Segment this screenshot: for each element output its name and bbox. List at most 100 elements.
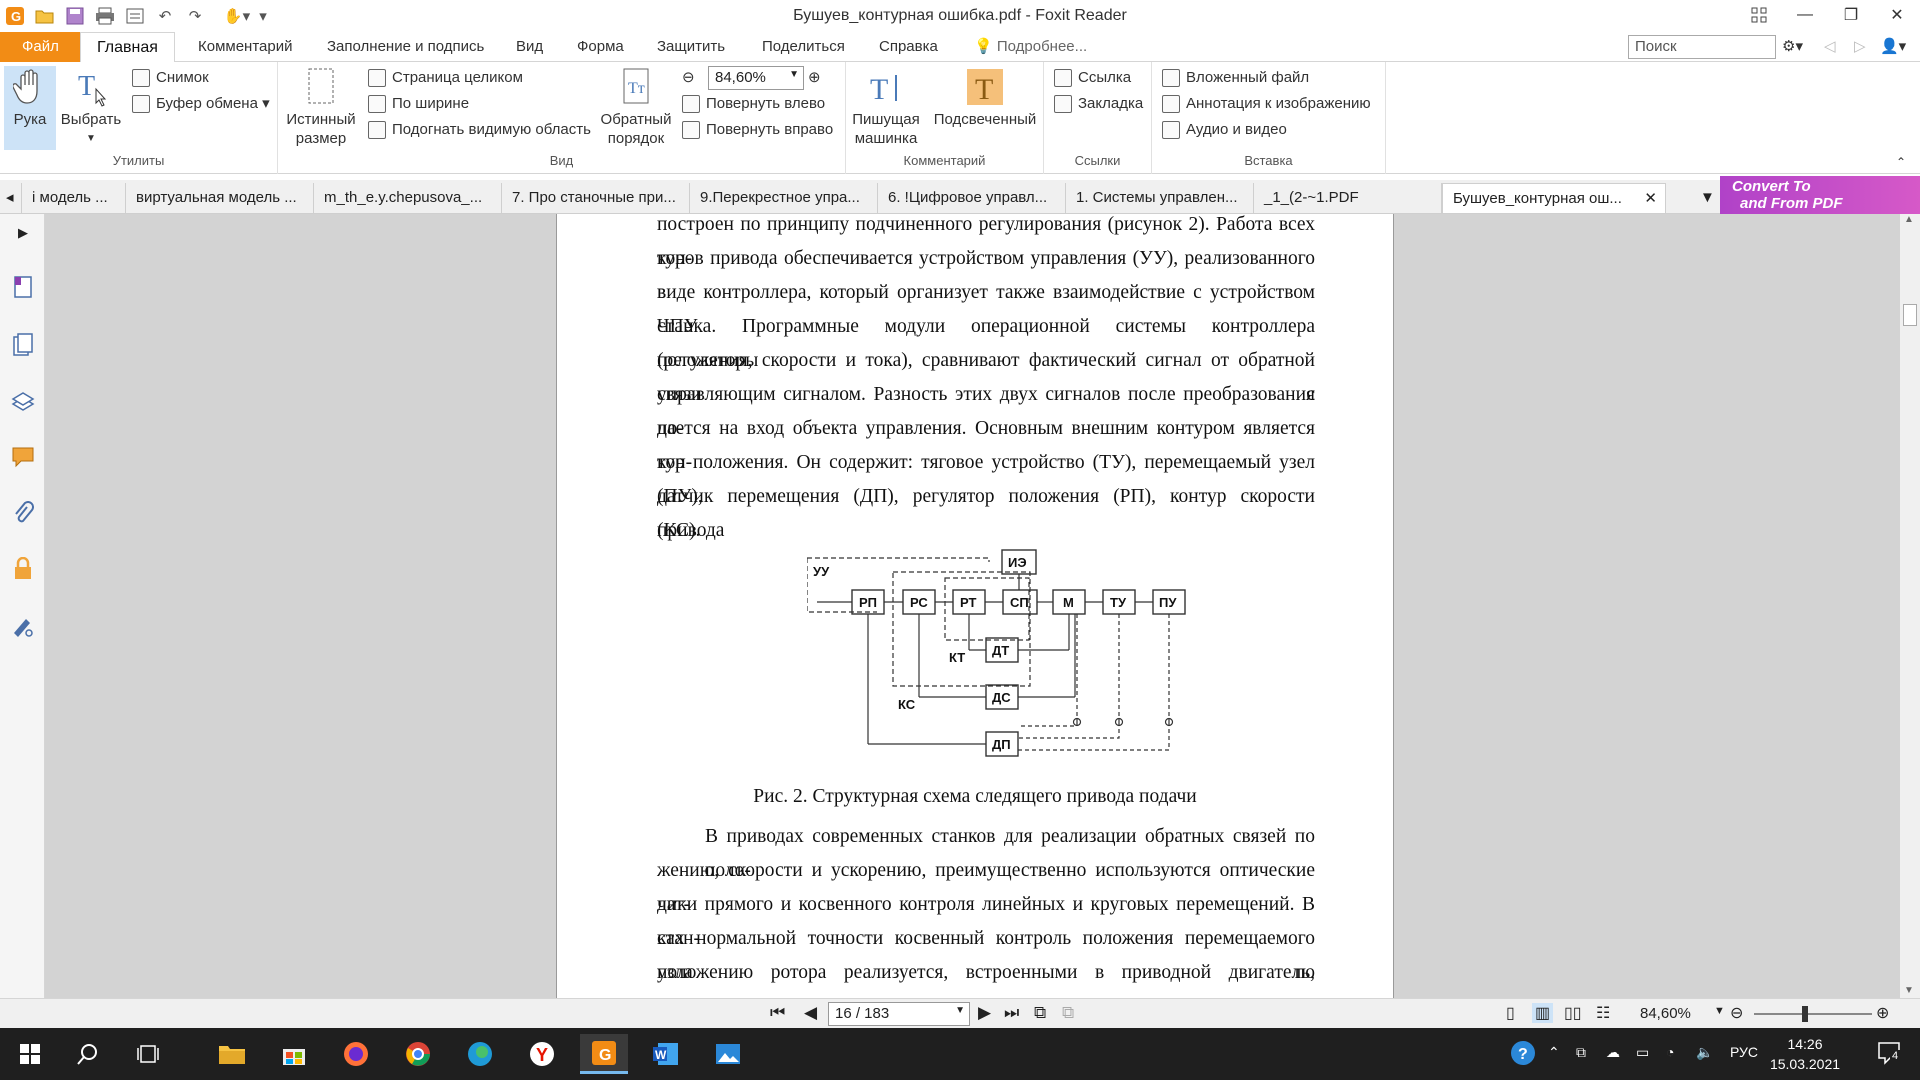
facing-view-icon[interactable]: ▯▯: [1564, 1003, 1582, 1023]
zoom-dropdown-icon[interactable]: ▼: [1714, 1005, 1725, 1017]
comments-icon[interactable]: [10, 444, 36, 470]
scroll-up-icon[interactable]: ▲: [1904, 214, 1914, 225]
snapshot-button[interactable]: Снимок: [132, 66, 209, 90]
chrome-icon[interactable]: [394, 1034, 442, 1074]
typewriter-button[interactable]: T Пишущая машинка: [850, 66, 922, 148]
doc-tab[interactable]: виртуальная модель ...: [126, 183, 314, 213]
tab-fill-sign[interactable]: Заполнение и подпись: [327, 32, 484, 62]
security-lock-icon[interactable]: [10, 556, 36, 582]
photos-icon[interactable]: [704, 1034, 752, 1074]
minimize-button[interactable]: —: [1782, 0, 1828, 30]
tab-home[interactable]: Главная: [80, 32, 175, 63]
yandex-browser-icon[interactable]: Y: [518, 1034, 566, 1074]
fit-page-button[interactable]: Страница целиком: [368, 66, 523, 90]
page-thumbnails-icon[interactable]: [10, 274, 36, 300]
doc-tab[interactable]: m_th_e.y.chepusova_...: [314, 183, 502, 213]
tab-share[interactable]: Поделиться: [762, 32, 845, 62]
attachment-button[interactable]: Вложенный файл: [1162, 66, 1309, 90]
zoom-out-status-icon[interactable]: ⊖: [1730, 1003, 1743, 1023]
settings-gear-icon[interactable]: ⚙▾: [1782, 32, 1803, 62]
next-view-icon[interactable]: ⧉: [1062, 1003, 1074, 1023]
doc-tab-active[interactable]: Бушуев_контурная ош... ✕: [1442, 183, 1666, 213]
layers-icon[interactable]: [10, 388, 36, 414]
zoom-out-icon[interactable]: ⊖: [682, 66, 695, 90]
search-icon[interactable]: [64, 1034, 112, 1074]
tab-help[interactable]: Справка: [879, 32, 938, 62]
network-icon[interactable]: ◔: [1666, 1044, 1674, 1060]
tell-me[interactable]: 💡 Подробнее...: [974, 32, 1087, 62]
word-icon[interactable]: W: [642, 1034, 690, 1074]
zoom-slider[interactable]: [1754, 1006, 1872, 1022]
attachments-icon[interactable]: [10, 500, 36, 526]
notifications-icon[interactable]: 4: [1876, 1040, 1902, 1069]
firefox-icon[interactable]: [332, 1034, 380, 1074]
rotate-left-button[interactable]: Повернуть влево: [682, 92, 825, 116]
user-icon[interactable]: 👤▾: [1880, 32, 1906, 62]
edge-icon[interactable]: [456, 1034, 504, 1074]
help-icon[interactable]: ?: [1510, 1040, 1536, 1069]
continuous-facing-view-icon[interactable]: ☷: [1596, 1003, 1610, 1023]
foxit-reader-taskbar-icon[interactable]: G: [580, 1034, 628, 1074]
previous-view-icon[interactable]: ⧉: [1034, 1003, 1046, 1023]
tab-protect[interactable]: Защитить: [657, 32, 725, 62]
image-annotation-button[interactable]: Аннотация к изображению: [1162, 92, 1371, 116]
close-tab-icon[interactable]: ✕: [1644, 184, 1657, 213]
expand-panel-icon[interactable]: ▶: [10, 220, 36, 246]
back-arrow-icon[interactable]: ◁: [1824, 32, 1836, 62]
highlight-button[interactable]: T Подсвеченный: [932, 66, 1038, 129]
clipboard-button[interactable]: Буфер обмена ▾: [132, 92, 270, 116]
select-tool-button[interactable]: T Выбрать ▼: [60, 66, 122, 148]
single-page-view-icon[interactable]: ▯: [1506, 1003, 1515, 1023]
doc-tab[interactable]: _1_(2-~1.PDF: [1254, 183, 1442, 213]
vertical-scrollbar[interactable]: ▲ ▼: [1900, 214, 1920, 998]
doc-tab[interactable]: 6. !Цифровое управл...: [878, 183, 1066, 213]
doc-tab[interactable]: 7. Про станочные при...: [502, 183, 690, 213]
meet-now-icon[interactable]: ⧉: [1576, 1044, 1586, 1061]
rotate-right-button[interactable]: Повернуть вправо: [682, 118, 833, 142]
fit-width-button[interactable]: По ширине: [368, 92, 469, 116]
fit-visible-button[interactable]: Подогнать видимую область: [368, 118, 591, 142]
tabs-scroll-left-icon[interactable]: ◂: [0, 183, 22, 213]
next-page-icon[interactable]: ▶: [978, 1003, 991, 1023]
file-explorer-icon[interactable]: [208, 1034, 256, 1074]
bookmark-button[interactable]: Закладка: [1054, 92, 1143, 116]
zoom-in-status-icon[interactable]: ⊕: [1876, 1003, 1889, 1023]
store-icon[interactable]: [270, 1034, 318, 1074]
document-viewport[interactable]: построен по принципу подчиненного регули…: [45, 214, 1900, 998]
task-view-icon[interactable]: [124, 1034, 172, 1074]
continuous-view-icon[interactable]: ▥: [1532, 1003, 1554, 1023]
zoom-in-icon[interactable]: ⊕: [808, 66, 821, 90]
first-page-icon[interactable]: ⏮: [770, 1003, 785, 1023]
scroll-thumb[interactable]: [1903, 304, 1917, 326]
pages-icon[interactable]: [10, 332, 36, 358]
clock[interactable]: 14:26 15.03.2021: [1760, 1034, 1850, 1074]
doc-tab[interactable]: 9.Перекрестное упра...: [690, 183, 878, 213]
restore-button[interactable]: ❐: [1828, 0, 1874, 30]
tab-file[interactable]: Файл: [0, 32, 81, 62]
doc-tab[interactable]: 1. Системы управлен...: [1066, 183, 1254, 213]
zoom-select[interactable]: 84,60% ▼: [708, 66, 804, 90]
doc-tab[interactable]: і модель ...: [22, 183, 126, 213]
convert-promo-banner[interactable]: Convert To and From PDF: [1720, 176, 1920, 214]
signatures-icon[interactable]: [10, 612, 36, 638]
reverse-order-button[interactable]: Tт Обратный порядок: [600, 66, 672, 148]
search-input[interactable]: Поиск: [1628, 35, 1776, 59]
ribbon-display-icon[interactable]: [1736, 0, 1782, 30]
onedrive-icon[interactable]: ☁: [1606, 1044, 1620, 1061]
zoom-slider-thumb[interactable]: [1802, 1006, 1808, 1022]
forward-arrow-icon[interactable]: ▷: [1854, 32, 1866, 62]
volume-icon[interactable]: 🔈: [1696, 1044, 1713, 1061]
audio-video-button[interactable]: Аудио и видео: [1162, 118, 1287, 142]
zoom-level-value[interactable]: 84,60%: [1640, 1005, 1691, 1022]
page-number-input[interactable]: 16 / 183 ▼: [828, 1002, 970, 1026]
hand-tool-button[interactable]: Рука: [4, 66, 56, 150]
select-dropdown-icon[interactable]: ▼: [60, 129, 122, 148]
previous-page-icon[interactable]: ◀: [804, 1003, 817, 1023]
collapse-ribbon-icon[interactable]: ⌃: [1896, 150, 1906, 174]
battery-icon[interactable]: ▭: [1636, 1044, 1649, 1061]
tab-view[interactable]: Вид: [516, 32, 543, 62]
tab-list-dropdown-icon[interactable]: ▼: [1690, 183, 1716, 213]
input-language[interactable]: РУС: [1730, 1044, 1758, 1060]
actual-size-button[interactable]: Истинный размер: [286, 66, 356, 148]
last-page-icon[interactable]: ⏭: [1004, 1003, 1019, 1023]
